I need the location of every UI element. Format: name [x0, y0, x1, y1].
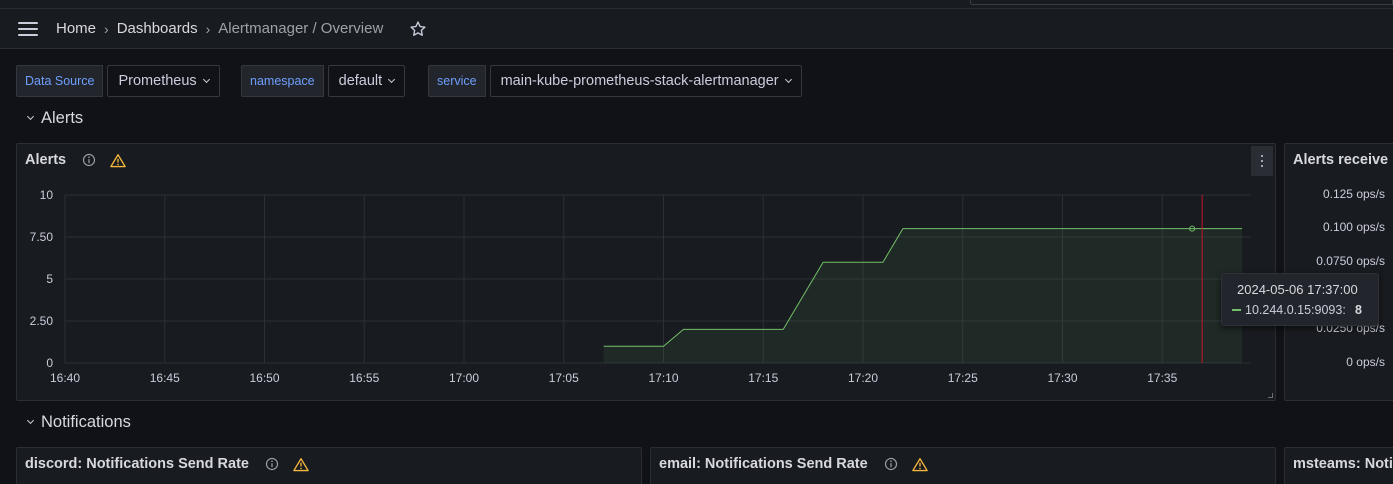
x-tick-label: 17:10	[648, 371, 678, 385]
chevron-down-icon	[26, 416, 35, 425]
service-select[interactable]: main-kube-prometheus-stack-alertmanager	[489, 65, 802, 97]
breadcrumb-home[interactable]: Home	[56, 20, 96, 37]
variable-label: Data Source	[16, 65, 104, 97]
menu-icon[interactable]	[18, 22, 38, 36]
chevron-down-icon	[784, 75, 792, 84]
panel-title: email: Notifications Send Rate	[659, 456, 868, 472]
datasource-select[interactable]: Prometheus	[107, 65, 220, 97]
panel-header: msteams: Noti	[1293, 456, 1393, 472]
chevron-down-icon	[388, 75, 396, 84]
email-panel: email: Notifications Send Rate	[650, 447, 1276, 484]
info-icon[interactable]	[884, 457, 898, 471]
chevron-right-icon: ›	[205, 20, 211, 37]
panel-header: email: Notifications Send Rate	[659, 456, 928, 472]
navbar: Home › Dashboards › Alertmanager / Overv…	[0, 9, 1393, 49]
warning-icon[interactable]	[293, 457, 309, 472]
row-title: Notifications	[41, 413, 131, 431]
alerts-received-panel: Alerts receive 0.125 ops/s 0.100 ops/s 0.0…	[1284, 143, 1393, 401]
y-tick-label: 5	[46, 272, 53, 286]
namespace-select[interactable]: default	[327, 65, 406, 97]
row-title: Alerts	[41, 109, 84, 127]
discord-panel: discord: Notifications Send Rate	[16, 447, 642, 484]
page-title: Alertmanager / Overview	[218, 20, 384, 37]
chevron-right-icon: ›	[104, 20, 109, 37]
star-icon[interactable]	[409, 20, 427, 38]
alerts-received-chart: 0.125 ops/s0.100 ops/s0.0750 ops/s0.0250…	[1316, 187, 1385, 369]
tooltip-time: 2024-05-06 17:37:00	[1237, 282, 1358, 297]
select-value: main-kube-prometheus-stack-alertmanager	[500, 73, 779, 89]
top-strip	[0, 0, 1393, 9]
y-tick-label: 0.0750 ops/s	[1316, 254, 1385, 268]
msteams-panel: msteams: Noti	[1284, 447, 1393, 484]
series-area	[603, 228, 1243, 363]
variable-service: service main-kube-prometheus-stack-alert…	[428, 65, 802, 97]
tooltip-series: 10.244.0.15:9093:	[1245, 303, 1346, 317]
series-swatch	[1232, 309, 1241, 311]
y-tick-label: 10	[40, 188, 54, 202]
x-tick-label: 17:35	[1147, 371, 1177, 385]
chart-tooltip: 2024-05-06 17:37:00 10.244.0.15:9093: 8	[1221, 273, 1379, 326]
tooltip-value: 8	[1355, 303, 1362, 317]
breadcrumb: Home › Dashboards › Alertmanager / Overv…	[56, 20, 383, 37]
y-tick-label: 7.50	[30, 230, 54, 244]
y-tick-label: 0 ops/s	[1346, 355, 1385, 369]
variable-datasource: Data Source Prometheus	[16, 65, 220, 97]
row-notifications[interactable]: Notifications	[24, 413, 131, 432]
y-tick-label: 0	[46, 356, 53, 370]
x-tick-label: 17:05	[549, 371, 579, 385]
panel-title: msteams: Noti	[1293, 456, 1393, 472]
x-tick-label: 16:55	[349, 371, 379, 385]
breadcrumb-dashboards[interactable]: Dashboards	[117, 20, 198, 37]
x-tick-label: 16:40	[50, 371, 80, 385]
y-tick-label: 2.50	[30, 314, 54, 328]
x-tick-label: 17:15	[748, 371, 778, 385]
warning-icon[interactable]	[911, 457, 928, 472]
select-value: default	[338, 73, 383, 89]
variable-label: service	[428, 65, 486, 97]
resize-handle[interactable]	[1268, 393, 1273, 398]
panel-title: discord: Notifications Send Rate	[25, 456, 249, 472]
y-tick-label: 0.100 ops/s	[1323, 220, 1385, 234]
info-icon[interactable]	[265, 457, 279, 471]
chevron-down-icon	[26, 112, 35, 121]
x-tick-label: 16:45	[150, 371, 180, 385]
select-value: Prometheus	[118, 73, 197, 89]
panel-header: discord: Notifications Send Rate	[25, 456, 309, 472]
alerts-panel: Alerts 10 7.50 5 2.50 0 16:40 16:45 16:50 16:55 1…	[16, 143, 1276, 401]
variable-namespace: namespace default	[241, 65, 406, 97]
y-tick-label: 0.125 ops/s	[1323, 187, 1385, 201]
variable-label: namespace	[241, 65, 324, 97]
row-alerts[interactable]: Alerts	[24, 109, 83, 128]
search-box[interactable]	[970, 0, 1393, 5]
chevron-down-icon	[202, 75, 210, 84]
x-tick-label: 17:20	[848, 371, 878, 385]
x-tick-label: 16:50	[249, 371, 279, 385]
alerts-chart: 10 7.50 5 2.50 016:40 16:45 16:50 16:55 17:00 17:…	[30, 188, 1251, 385]
x-tick-label: 17:30	[1047, 371, 1077, 385]
x-tick-label: 17:25	[948, 371, 978, 385]
x-tick-label: 17:00	[449, 371, 479, 385]
